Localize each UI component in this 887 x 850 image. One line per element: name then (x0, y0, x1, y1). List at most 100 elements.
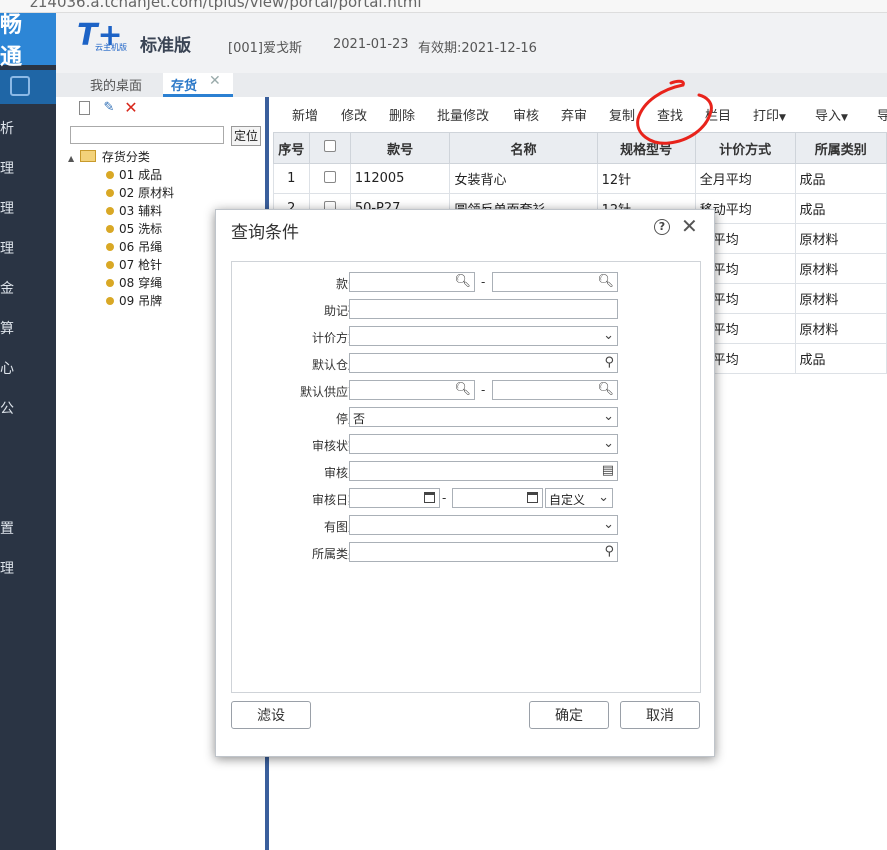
node-dot-icon (106, 225, 114, 233)
nav-item[interactable]: 理 (0, 158, 14, 178)
chevron-down-icon: ⌄ (603, 328, 614, 343)
checkbox[interactable] (323, 140, 336, 152)
checkbox[interactable] (323, 170, 336, 183)
add-shortcut-button[interactable] (0, 70, 56, 104)
query-form: 款号 🔍︎ - 🔍︎ 助记码 计价方式 ⌄ 默认仓库 ⚲ 默认供应商 🔍︎ - … (231, 261, 701, 693)
red-circle-annotation (636, 79, 713, 145)
new-document-icon[interactable] (79, 101, 90, 115)
login-date: 2021-01-23 (333, 37, 409, 52)
field-label: 审核状态 (311, 439, 360, 453)
field-label: 默认供应商 (299, 385, 360, 399)
nav-item[interactable]: 理 (0, 238, 14, 258)
lookup-icon[interactable]: ⚲ (604, 355, 614, 371)
field-label: 所属类别 (311, 547, 360, 561)
close-icon[interactable]: ✕ (209, 73, 221, 89)
nav-item[interactable]: 心 (0, 358, 14, 378)
tree-root-label: 存货分类 (101, 150, 150, 164)
new-button[interactable]: 新增 (292, 105, 318, 124)
audit-status-select[interactable]: ⌄ (349, 434, 618, 454)
audit-button[interactable]: 审核 (513, 105, 539, 124)
tree-node[interactable]: 02 原材料 (106, 184, 174, 201)
browser-url-bar[interactable]: z14036.a.tchanjet.com/tplus/view/portal/… (0, 0, 887, 13)
tree-node[interactable]: 01 成品 (106, 166, 162, 183)
tab-desktop[interactable]: 我的桌面 (90, 75, 142, 94)
search-icon[interactable]: 🔍︎ (597, 274, 614, 290)
field-label: 停用 (335, 412, 360, 426)
plus-icon (10, 76, 30, 96)
collapse-icon[interactable]: ▲ (68, 154, 74, 163)
col-header[interactable]: 款号 (349, 132, 451, 164)
col-header-select[interactable] (308, 132, 351, 164)
tree-node[interactable]: 05 洗标 (106, 220, 162, 237)
disabled-select[interactable]: 否 ⌄ (349, 407, 618, 427)
lookup-icon[interactable]: ⚲ (604, 544, 614, 560)
tree-node[interactable]: 07 枪针 (106, 256, 162, 273)
table-row[interactable]: 1 112005 女装背心 12针 全月平均 成品 (273, 163, 887, 194)
unaudit-button[interactable]: 弃审 (561, 105, 587, 124)
import-button[interactable]: 导入▼ (815, 105, 848, 124)
node-dot-icon (106, 207, 114, 215)
search-icon[interactable]: 🔍︎ (597, 382, 614, 398)
delete-button[interactable]: 删除 (389, 105, 415, 124)
tab-inventory[interactable]: 存货 ✕ (163, 73, 233, 97)
folder-icon (79, 150, 96, 162)
print-button[interactable]: 打印▼ (753, 105, 786, 124)
nav-item[interactable]: 算 (0, 318, 14, 338)
help-icon[interactable]: ? (654, 219, 670, 235)
edit-icon[interactable]: ✎ (102, 101, 116, 115)
mnemonic-input[interactable] (349, 299, 618, 319)
tree-node[interactable]: 06 吊绳 (106, 238, 162, 255)
chevron-down-icon: ⌄ (603, 517, 614, 532)
chevron-down-icon: ▼ (779, 113, 786, 123)
nav-item[interactable]: 理 (0, 198, 14, 218)
modify-button[interactable]: 修改 (341, 105, 367, 124)
close-icon[interactable]: ✕ (681, 214, 698, 238)
user-search-icon[interactable]: ▤ (602, 463, 614, 479)
supplier-to-input[interactable]: 🔍︎ (492, 380, 618, 400)
delete-icon[interactable]: ✕ (124, 100, 138, 116)
nav-item[interactable]: 置 (0, 518, 14, 538)
code-to-input[interactable]: 🔍︎ (492, 272, 618, 292)
calendar-icon[interactable] (424, 492, 435, 503)
has-image-select[interactable]: ⌄ (349, 515, 618, 535)
node-dot-icon (106, 171, 114, 179)
nav-item[interactable]: 理 (0, 558, 14, 578)
copy-button[interactable]: 复制 (609, 105, 635, 124)
nav-item[interactable]: 析 (0, 118, 14, 138)
ok-button[interactable]: 确定 (529, 701, 609, 729)
search-icon[interactable]: 🔍︎ (454, 382, 471, 398)
calendar-icon[interactable] (527, 492, 538, 503)
warehouse-input[interactable]: ⚲ (349, 353, 618, 373)
export-button[interactable]: 导 (877, 105, 887, 124)
expiry-date: 有效期:2021-12-16 (418, 41, 537, 56)
tree-node[interactable]: 09 吊牌 (106, 292, 162, 309)
category-input[interactable]: ⚲ (349, 542, 618, 562)
filter-settings-button[interactable]: 滤设 (231, 701, 311, 729)
tree-node[interactable]: 03 辅料 (106, 202, 162, 219)
audit-date-to-input[interactable] (452, 488, 543, 508)
code-from-input[interactable]: 🔍︎ (349, 272, 475, 292)
company-name[interactable]: [001]爱戈斯 (228, 37, 302, 56)
nav-item[interactable]: 公 (0, 398, 14, 418)
tree-root[interactable]: ▲ 存货分类 (68, 148, 150, 165)
search-icon[interactable]: 🔍︎ (454, 274, 471, 290)
col-header[interactable]: 名称 (449, 132, 598, 164)
node-dot-icon (106, 189, 114, 197)
batch-modify-button[interactable]: 批量修改 (437, 105, 489, 124)
cancel-button[interactable]: 取消 (620, 701, 700, 729)
node-dot-icon (106, 243, 114, 251)
supplier-from-input[interactable]: 🔍︎ (349, 380, 475, 400)
field-label: 计价方式 (311, 331, 360, 345)
col-header[interactable]: 序号 (273, 132, 310, 164)
pricing-select[interactable]: ⌄ (349, 326, 618, 346)
nav-item[interactable]: 金 (0, 278, 14, 298)
col-header[interactable]: 所属类别 (794, 132, 887, 164)
chevron-down-icon: ⌄ (598, 490, 609, 505)
audit-date-from-input[interactable] (349, 488, 440, 508)
url-text: z14036.a.tchanjet.com/tplus/view/portal/… (30, 0, 422, 11)
tree-search-input[interactable] (70, 126, 224, 144)
date-mode-select[interactable]: 自定义 ⌄ (545, 488, 613, 508)
locate-button[interactable]: 定位 (231, 126, 261, 146)
tree-node[interactable]: 08 穿绳 (106, 274, 162, 291)
auditor-input[interactable]: ▤ (349, 461, 618, 481)
